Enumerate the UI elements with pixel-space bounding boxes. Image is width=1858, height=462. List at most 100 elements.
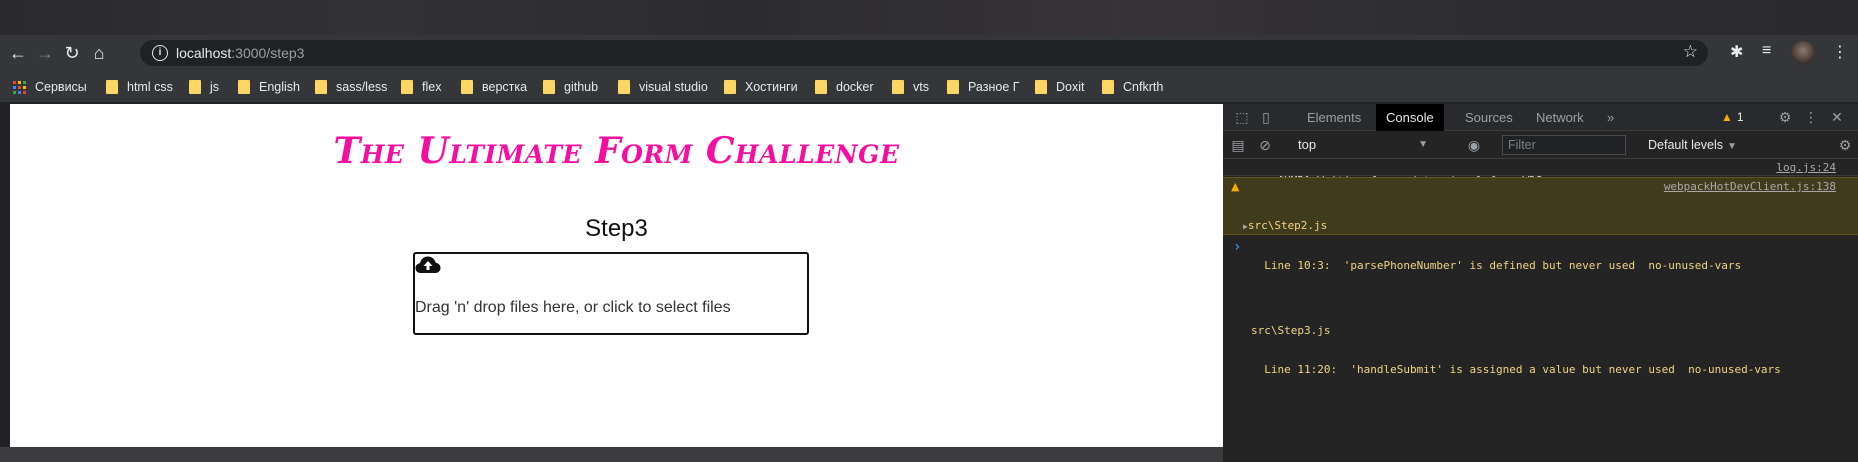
page-title: The Ultimate Form Challenge [333,130,900,172]
console-warning-message: ▲ ▶src\Step2.js Line 10:3: 'parsePhoneNu… [1223,177,1858,376]
bookmark-label: visual studio [639,80,708,94]
inspect-element-icon[interactable]: ⬚ [1234,109,1250,125]
console-prompt[interactable]: › [1233,239,1241,255]
folder-icon [238,80,250,94]
tab-sources[interactable]: Sources [1455,104,1523,131]
reload-button[interactable]: ↻ [60,41,84,65]
forward-button[interactable]: → [33,41,57,65]
folder-icon [1035,80,1047,94]
file-dropzone[interactable]: Drag 'n' drop files here, or click to se… [413,252,809,335]
chevron-down-icon: ▼ [1727,141,1737,152]
kebab-menu-icon[interactable]: ⋮ [1803,109,1819,125]
close-icon[interactable]: ✕ [1829,109,1845,125]
bookmark-label: vts [913,80,929,94]
sidebar-toggle-icon[interactable]: ▤ [1230,137,1246,153]
dropzone-label: Drag 'n' drop files here, or click to se… [415,299,731,316]
home-button[interactable]: ⌂ [87,41,111,65]
bookmark-folder[interactable]: Разное Г [947,77,1020,97]
folder-icon [1102,80,1114,94]
log-source-link[interactable]: log.js:24 [1776,161,1836,174]
bookmark-label: Разное Г [968,80,1020,94]
media-icon[interactable]: ≡ [1762,42,1771,60]
url-text[interactable]: localhost:3000/step3 [176,45,304,61]
filter-input[interactable]: Filter [1502,135,1626,155]
eye-icon[interactable]: ◉ [1466,137,1482,153]
folder-icon [815,80,827,94]
warning-line-5: Line 11:20: 'handleSubmit' is assigned a… [1251,363,1781,376]
more-tabs-button[interactable]: » [1597,104,1624,131]
clear-console-icon[interactable]: ⊘ [1257,137,1273,153]
console-log-message: [HMR] Waiting for update signal from WDS… [1223,159,1858,187]
bookmark-label: sass/less [336,80,388,94]
bookmark-folder[interactable]: vts [892,77,929,97]
page-viewport: The Ultimate Form Challenge Step3 Drag '… [10,104,1223,447]
bookmark-folder[interactable]: sass/less [315,77,387,97]
bookmarks-bar: Сервисы html css js English sass/less fl… [0,71,1858,103]
folder-icon [461,80,473,94]
console-toolbar: ▤ ⊘ top ▼ ◉ Filter Default levels ▼ ⚙ [1223,131,1858,159]
info-icon[interactable]: i [152,45,168,61]
tab-strip-blurred [0,0,1858,35]
step-heading: Step3 [585,215,648,242]
warning-source-link[interactable]: webpackHotDevClient.js:138 [1664,180,1836,193]
window-edge [0,104,10,462]
page-bottom-strip [0,447,1223,462]
bookmark-label: js [210,80,220,94]
tab-elements[interactable]: Elements [1297,104,1371,131]
bookmark-folder[interactable]: English [238,77,300,97]
bookmark-folder[interactable]: верстка [461,77,527,97]
bookmark-folder[interactable]: visual studio [618,77,708,97]
bookmark-label: html css [127,80,173,94]
bookmark-folder[interactable]: html css [106,77,173,97]
window-title-bar [0,0,1858,35]
address-bar[interactable]: i localhost:3000/step3 ☆ [140,40,1708,66]
devtools-panel: ⬚ ▯ Elements Console Sources Network » ▲… [1223,104,1858,462]
bookmark-folder[interactable]: js [189,77,219,97]
tab-console[interactable]: Console [1376,104,1444,131]
menu-icon[interactable]: ⋮ [1832,42,1848,62]
url-host: localhost [176,45,232,61]
folder-icon [947,80,959,94]
browser-toolbar: ← → ↻ ⌂ i localhost:3000/step3 ☆ ✱ ≡ ⋮ [0,35,1858,71]
folder-icon [315,80,327,94]
folder-icon [724,80,736,94]
bookmark-label: Doxit [1056,80,1085,94]
warning-icon: ▲ [1721,110,1733,124]
context-value: top [1298,137,1317,152]
folder-icon [892,80,904,94]
bookmark-label: English [259,80,300,94]
back-button[interactable]: ← [6,41,30,65]
bookmark-folder[interactable]: Хостинги [724,77,798,97]
bookmark-label: docker [836,80,874,94]
extensions-icon[interactable]: ✱ [1730,42,1743,62]
bookmark-folder[interactable]: Doxit [1035,77,1084,97]
device-toolbar-icon[interactable]: ▯ [1258,109,1274,125]
bookmark-folder[interactable]: Cnfkrth [1102,77,1163,97]
cloud-upload-icon [415,256,441,273]
bookmark-folder[interactable]: flex [401,77,441,97]
bookmark-label: верстка [482,80,528,94]
folder-icon [189,80,201,94]
folder-icon [401,80,413,94]
warning-file: src\Step2.js [1247,219,1328,232]
devtools-tabbar: ⬚ ▯ Elements Console Sources Network » ▲… [1223,104,1858,131]
bookmark-label: Сервисы [35,80,87,94]
tab-network[interactable]: Network [1526,104,1594,131]
context-selector[interactable]: top ▼ [1298,135,1428,155]
log-levels-dropdown[interactable]: Default levels ▼ [1648,135,1737,157]
warning-line-1: ▶src\Step2.js [1243,219,1858,233]
console-settings-icon[interactable]: ⚙ [1837,137,1853,153]
star-icon[interactable]: ☆ [1683,42,1698,62]
folder-icon [106,80,118,94]
url-path: :3000/step3 [231,45,305,61]
bookmark-apps[interactable]: Сервисы [13,77,87,97]
apps-icon [13,80,26,94]
avatar[interactable] [1791,41,1815,65]
bookmark-folder[interactable]: docker [815,77,874,97]
bookmark-folder[interactable]: github [543,77,598,97]
warning-count-badge[interactable]: ▲ 1 [1715,108,1750,127]
warning-icon: ▲ [1231,180,1240,193]
gear-icon[interactable]: ⚙ [1777,109,1793,125]
chevron-down-icon: ▼ [1418,139,1428,150]
warning-line-4: src\Step3.js [1251,324,1331,337]
